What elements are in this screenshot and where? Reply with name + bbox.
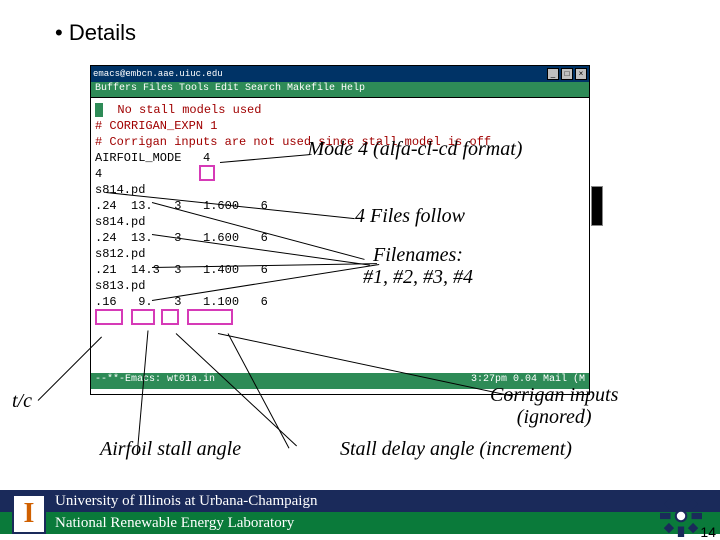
illinois-logo: I xyxy=(12,494,46,534)
editor-line-2: # CORRIGAN_EXPN 1 xyxy=(95,118,585,134)
footer-nrel: National Renewable Energy Laboratory xyxy=(0,512,720,534)
annotation-stall-delay: Stall delay angle (increment) xyxy=(340,438,572,461)
editor-line-10: .24 13. 3 1.600 6 xyxy=(95,230,585,246)
editor-line-1a xyxy=(103,103,117,117)
annotation-filenames: Filenames: #1, #2, #3, #4 xyxy=(363,244,473,288)
annotation-tc: t/c xyxy=(12,390,32,413)
annotation-filenames-l2: #1, #2, #3, #4 xyxy=(363,266,473,288)
highlight-stall-delay xyxy=(161,309,179,325)
annotation-mode4: Mode 4 (alfa-cl-cd format) xyxy=(275,138,555,161)
menubar[interactable]: Buffers Files Tools Edit Search Makefile… xyxy=(91,82,589,98)
window-buttons: _ □ × xyxy=(547,68,587,80)
emacs-window: emacs@embcn.aae.uiuc.edu _ □ × Buffers F… xyxy=(90,65,590,395)
editor-line-6: 4 xyxy=(95,166,585,182)
annotation-corrigan: Corrigan inputs (ignored) xyxy=(490,384,618,428)
annotation-files-follow: 4 Files follow xyxy=(355,205,465,228)
titlebar-text: emacs@embcn.aae.uiuc.edu xyxy=(93,69,223,79)
bullet-details: • Details xyxy=(55,20,136,46)
nrel-logo-icon xyxy=(660,495,702,537)
cursor-icon xyxy=(95,103,103,117)
editor-line-9: s814.pd xyxy=(95,214,585,230)
maximize-icon[interactable]: □ xyxy=(561,68,573,80)
footer-nrel-text: National Renewable Energy Laboratory xyxy=(55,515,294,532)
editor-line-14: .16 9. 3 1.100 6 xyxy=(95,294,585,310)
annotation-corrigan-l1: Corrigan inputs xyxy=(490,384,618,406)
editor-line-1b: No stall models used xyxy=(117,103,261,117)
editor-line-12: .21 14.3 3 1.400 6 xyxy=(95,262,585,278)
annotation-airfoil-stall: Airfoil stall angle xyxy=(100,438,241,461)
status-left: --**-Emacs: wt01a.in xyxy=(95,374,215,388)
close-icon[interactable]: × xyxy=(575,68,587,80)
footer: University of Illinois at Urbana-Champai… xyxy=(0,490,720,540)
footer-uiuc: University of Illinois at Urbana-Champai… xyxy=(0,490,720,512)
minimize-icon[interactable]: _ xyxy=(547,68,559,80)
highlight-tc xyxy=(95,309,123,325)
highlight-stall-angle xyxy=(131,309,155,325)
editor-line-7: s814.pd xyxy=(95,182,585,198)
editor-line-11: s812.pd xyxy=(95,246,585,262)
editor-line-8: .24 13. 3 1.600 6 xyxy=(95,198,585,214)
illinois-logo-i: I xyxy=(24,498,35,530)
footer-uiuc-text: University of Illinois at Urbana-Champai… xyxy=(55,493,317,510)
annotation-filenames-l1: Filenames: xyxy=(373,244,463,266)
titlebar: emacs@embcn.aae.uiuc.edu _ □ × xyxy=(91,66,589,82)
highlight-corrigan xyxy=(187,309,233,325)
scrollbar[interactable] xyxy=(591,186,603,226)
page-number: 14 xyxy=(700,524,716,540)
editor-line-13: s813.pd xyxy=(95,278,585,294)
nrel-logo xyxy=(660,495,702,537)
annotation-corrigan-l2: (ignored) xyxy=(517,406,592,428)
